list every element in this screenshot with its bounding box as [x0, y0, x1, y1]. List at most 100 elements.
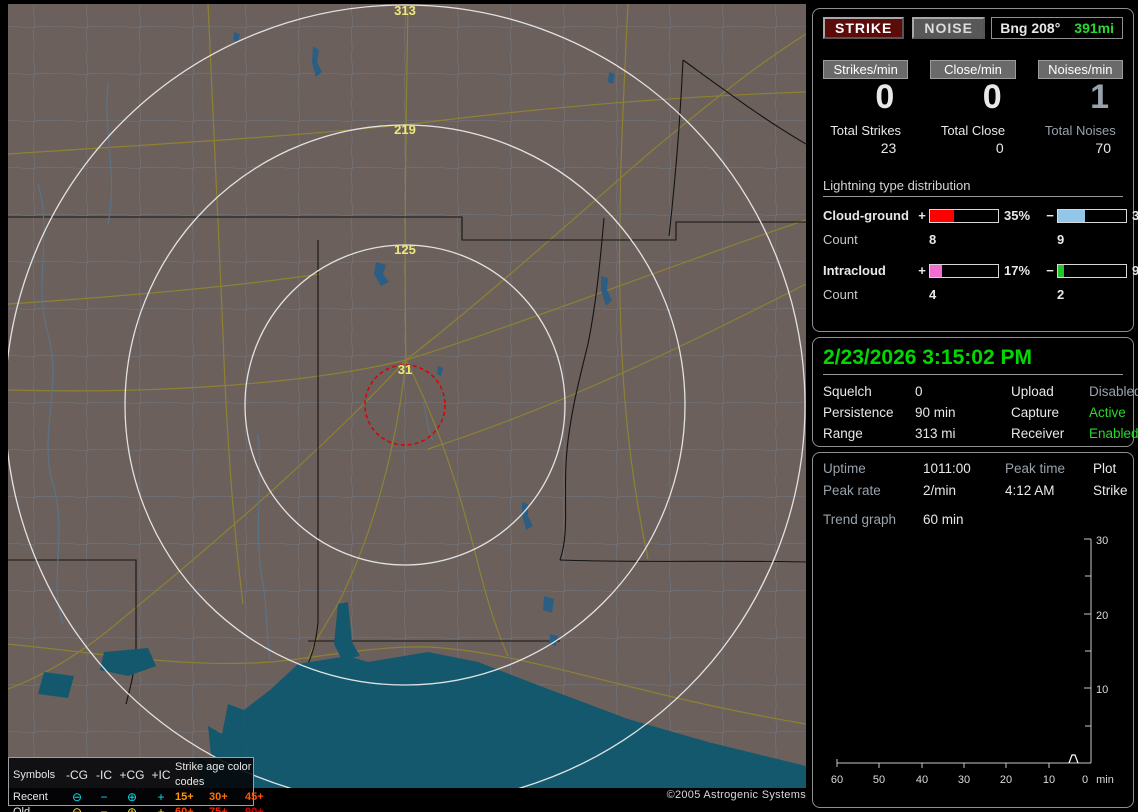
legend-col-neg-ic: -IC: [96, 767, 112, 782]
noise-mode-button[interactable]: NOISE: [912, 17, 985, 39]
cg-neg-pct: 39%: [1132, 208, 1138, 223]
ic-neg-count: 2: [1057, 287, 1065, 302]
ring-label-125: 125: [394, 242, 416, 257]
cg-minus-sign: −: [1046, 208, 1054, 223]
age-60: 60+: [175, 806, 194, 812]
trend-window-value: 60 min: [923, 512, 964, 527]
x-tick-60: 60: [831, 774, 843, 786]
y-tick-30: 30: [1096, 535, 1108, 547]
system-status-panel: 2/23/2026 3:15:02 PM Squelch 0 Upload Di…: [812, 337, 1138, 447]
old-neg-ic-icon: −: [100, 805, 108, 812]
trend-y-ticks: [1084, 538, 1091, 727]
cloud-ground-label: Cloud-ground: [823, 208, 909, 223]
x-tick-40: 40: [916, 774, 928, 786]
distribution-title: Lightning type distribution: [823, 178, 1123, 197]
cg-count-label: Count: [823, 232, 858, 247]
upload-label: Upload: [1011, 384, 1054, 399]
age-75: 75+: [209, 806, 228, 812]
x-tick-30: 30: [958, 774, 970, 786]
ic-neg-pct: 9%: [1132, 263, 1138, 278]
ic-pos-count: 4: [929, 287, 937, 302]
total-strikes-label: Total Strikes: [830, 123, 902, 138]
legend-col-pos-ic: +IC: [151, 767, 171, 782]
age-90: 90+: [245, 806, 264, 812]
ring-label-313: 313: [394, 4, 416, 18]
receiver-label: Receiver: [1011, 426, 1065, 441]
legend-age-title: Strike age color codes: [175, 761, 252, 788]
ic-count-label: Count: [823, 287, 858, 302]
copyright-text: ©2005 Astrogenic Systems: [666, 789, 806, 801]
ic-pos-pct: 17%: [1004, 263, 1031, 278]
peak-time-label: Peak time: [1005, 461, 1066, 476]
old-pos-ic-icon: +: [157, 805, 165, 812]
map-canvas: 313 219 125 31: [8, 4, 806, 788]
x-tick-20: 20: [1000, 774, 1012, 786]
persistence-value: 90 min: [915, 405, 956, 420]
strikes-per-min-header: Strikes/min: [823, 60, 909, 79]
clock-readout: 2/23/2026 3:15:02 PM: [823, 346, 1123, 375]
strikes-per-min-value: 0: [875, 78, 895, 116]
trend-graph-label: Trend graph: [823, 512, 897, 527]
cg-pos-pct: 35%: [1004, 208, 1031, 223]
strike-stats-panel: STRIKE NOISE Bng 208° 391mi Strikes/min …: [812, 8, 1138, 332]
plot-label: Plot: [1093, 461, 1117, 476]
trend-panel: Uptime 1011:00 Peak time Plot Peak rate …: [812, 452, 1134, 808]
close-per-min-header: Close/min: [930, 60, 1016, 79]
y-tick-20: 20: [1096, 610, 1108, 622]
uptime-value: 1011:00: [923, 461, 971, 476]
x-tick-50: 50: [873, 774, 885, 786]
x-axis-unit: min: [1096, 774, 1114, 786]
x-tick-10: 10: [1043, 774, 1055, 786]
ic-neg-bar: [1057, 263, 1127, 278]
strike-mode-button[interactable]: STRIKE: [823, 17, 905, 39]
cg-pos-bar: [929, 208, 999, 223]
noises-per-min-header: Noises/min: [1037, 60, 1123, 79]
bearing-readout: Bng 208° 391mi: [991, 17, 1123, 39]
ic-plus-sign: +: [918, 263, 926, 278]
range-label: Range: [823, 426, 863, 441]
ring-label-219: 219: [394, 122, 416, 137]
x-tick-0: 0: [1082, 774, 1088, 786]
peak-rate-label: Peak rate: [823, 483, 881, 498]
bearing-distance: 391mi: [1074, 20, 1114, 36]
range-value: 313 mi: [915, 426, 956, 441]
total-close-value: 0: [995, 140, 1004, 156]
old-pos-cg-icon: ⊕: [126, 805, 138, 812]
app-window: 313 219 125 31 Symbols -CG -IC +CG +IC S…: [0, 0, 1138, 812]
total-close-label: Total Close: [940, 123, 1006, 138]
legend-col-pos-cg: +CG: [119, 767, 145, 782]
uptime-label: Uptime: [823, 461, 866, 476]
y-tick-10: 10: [1096, 684, 1108, 696]
bearing-value: Bng 208°: [1000, 20, 1061, 36]
squelch-value: 0: [915, 384, 923, 399]
trend-graph: 30 20 10 60 50 40 30 20 10 0 min: [831, 535, 1114, 786]
persistence-label: Persistence: [823, 405, 894, 420]
total-strikes-value: 23: [880, 140, 897, 156]
receiver-status: Enabled: [1089, 426, 1138, 441]
capture-status: Active: [1089, 405, 1126, 420]
plot-type-value: Strike: [1093, 483, 1128, 498]
cg-neg-count: 9: [1057, 232, 1065, 247]
squelch-label: Squelch: [823, 384, 872, 399]
peak-time-value: 4:12 AM: [1005, 483, 1055, 498]
ring-label-31: 31: [398, 362, 412, 377]
capture-label: Capture: [1011, 405, 1060, 420]
old-neg-cg-icon: ⊖: [71, 805, 83, 812]
peak-rate-value: 2/min: [923, 483, 957, 498]
upload-status: Disabled: [1089, 384, 1138, 399]
total-noises-value: 70: [1095, 140, 1111, 156]
cg-neg-bar: [1057, 208, 1127, 223]
trend-spike: [1068, 754, 1079, 764]
cg-plus-sign: +: [918, 208, 926, 223]
close-per-min-value: 0: [982, 78, 1002, 116]
lightning-map[interactable]: 313 219 125 31: [8, 4, 806, 788]
legend-old-label: Old: [13, 806, 31, 812]
total-noises-label: Total Noises: [1044, 123, 1116, 138]
legend-symbols-header: Symbols: [13, 768, 56, 781]
ic-pos-bar: [929, 263, 999, 278]
intracloud-label: Intracloud: [823, 263, 886, 278]
ic-minus-sign: −: [1046, 263, 1054, 278]
cg-pos-count: 8: [929, 232, 937, 247]
noises-per-min-value: 1: [1090, 78, 1109, 116]
legend-col-neg-cg: -CG: [66, 767, 88, 782]
